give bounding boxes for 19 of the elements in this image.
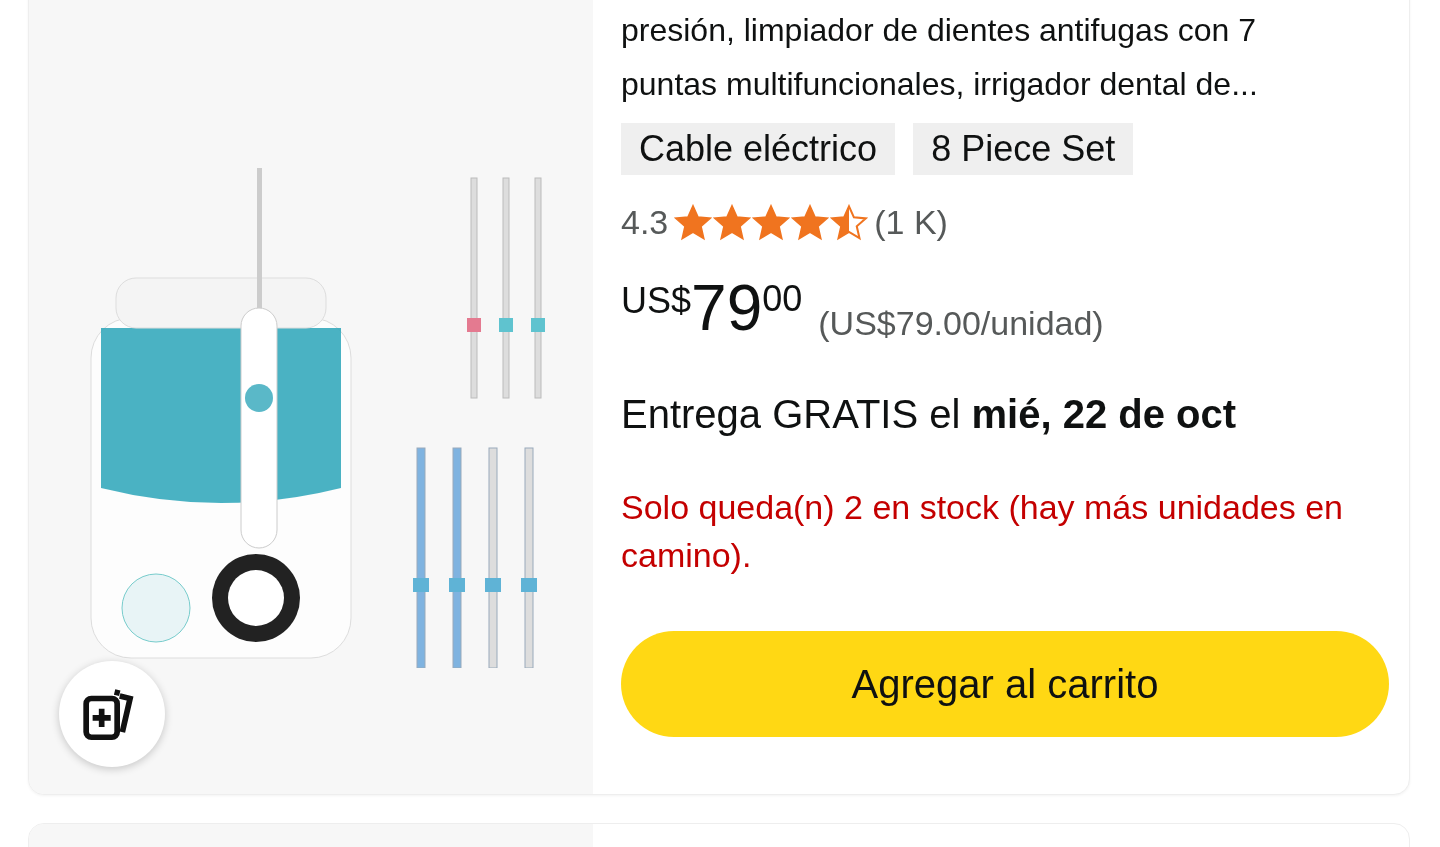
unit-price: (US$79.00/unidad) <box>818 304 1104 343</box>
price-fraction: 00 <box>762 278 803 320</box>
delivery-text: Entrega GRATIS el mié, 22 de oct <box>621 392 1238 437</box>
product-title[interactable]: puntas multifuncionales, irrigador dental de... <box>621 57 1389 111</box>
stock-text: Solo queda(n) 2 en stock (hay más unidades en camino). <box>621 487 1344 576</box>
star-icon <box>752 203 791 242</box>
product-title[interactable]: presión, limpiador de dientes antifugas con 7 <box>621 3 1389 57</box>
add-to-cart-button[interactable]: Agregar al carrito <box>621 631 1389 737</box>
price-currency: US$ <box>621 280 692 321</box>
option-chip: 8 Piece Set <box>913 123 1134 175</box>
star-icon <box>791 203 830 242</box>
rating-score: 4.3 <box>621 203 669 242</box>
price-whole: 79 <box>691 271 763 346</box>
add-to-list-button[interactable] <box>59 661 165 767</box>
star-icon <box>674 203 713 242</box>
star-icon <box>713 203 752 242</box>
star-icon <box>830 203 869 242</box>
review-count[interactable]: (1 K) <box>874 203 948 242</box>
option-chip: Cable eléctrico <box>621 123 896 175</box>
